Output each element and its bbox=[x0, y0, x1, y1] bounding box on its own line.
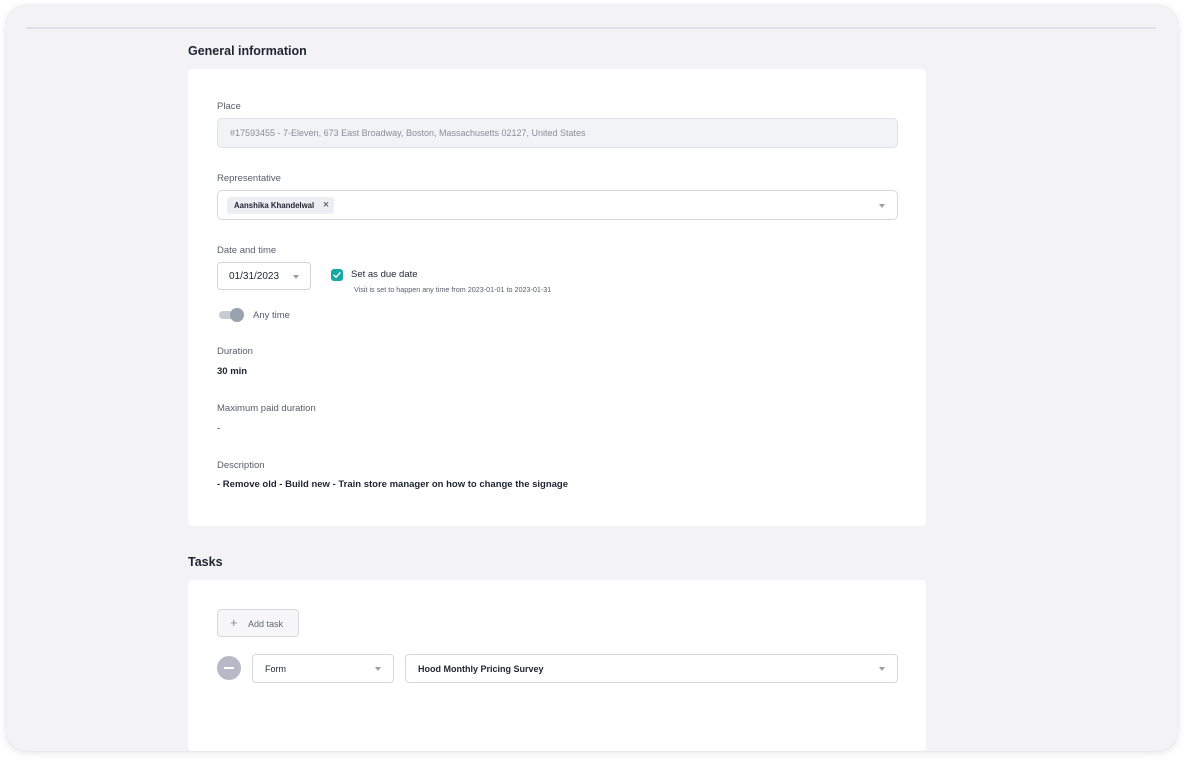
due-date-hint: Visit is set to happen any time from 202… bbox=[354, 285, 552, 294]
plus-icon: + bbox=[230, 615, 238, 630]
representative-label: Representative bbox=[217, 173, 281, 184]
toggle-knob bbox=[230, 308, 244, 322]
representative-select[interactable]: Aanshika Khandelwal × bbox=[217, 190, 898, 220]
any-time-toggle[interactable] bbox=[217, 308, 245, 322]
due-date-label: Set as due date bbox=[351, 269, 418, 280]
add-task-label: Add task bbox=[248, 619, 284, 629]
due-date-checkbox[interactable] bbox=[331, 269, 343, 281]
place-value: #17593455 - 7-Eleven, 673 East Broadway,… bbox=[230, 128, 586, 138]
chip-remove-icon[interactable]: × bbox=[323, 197, 329, 214]
add-task-button[interactable]: + Add task bbox=[217, 609, 299, 637]
task-form-value: Hood Monthly Pricing Survey bbox=[418, 664, 544, 674]
chevron-down-icon[interactable] bbox=[293, 275, 299, 279]
chevron-down-icon[interactable] bbox=[375, 667, 381, 671]
remove-task-button[interactable] bbox=[217, 656, 241, 680]
chevron-down-icon[interactable] bbox=[879, 204, 885, 208]
description-value: - Remove old - Build new - Train store m… bbox=[217, 479, 569, 490]
task-type-select[interactable]: Form bbox=[252, 654, 394, 683]
max-paid-duration-value: - bbox=[217, 423, 221, 434]
task-type-value: Form bbox=[265, 664, 286, 674]
place-field: #17593455 - 7-Eleven, 673 East Broadway,… bbox=[217, 118, 898, 148]
date-picker[interactable]: 01/31/2023 bbox=[217, 262, 311, 290]
task-form-select[interactable]: Hood Monthly Pricing Survey bbox=[405, 654, 898, 683]
duration-value: 30 min bbox=[217, 366, 248, 377]
representative-chip: Aanshika Khandelwal × bbox=[227, 197, 335, 214]
top-divider bbox=[26, 27, 1156, 29]
representative-chip-label: Aanshika Khandelwal bbox=[234, 201, 315, 210]
date-value: 01/31/2023 bbox=[229, 271, 280, 282]
description-label: Description bbox=[217, 460, 265, 471]
chevron-down-icon[interactable] bbox=[879, 667, 885, 671]
tasks-title: Tasks bbox=[188, 555, 223, 569]
tasks-card: + Add task Form Hood Monthly Pricing Sur… bbox=[188, 580, 926, 751]
general-information-title: General information bbox=[188, 44, 307, 58]
max-paid-duration-label: Maximum paid duration bbox=[217, 403, 316, 414]
general-information-card: Place #17593455 - 7-Eleven, 673 East Bro… bbox=[188, 69, 926, 526]
date-time-label: Date and time bbox=[217, 245, 277, 256]
duration-label: Duration bbox=[217, 346, 253, 357]
any-time-label: Any time bbox=[253, 310, 290, 321]
place-label: Place bbox=[217, 101, 241, 112]
app-window: General information Place #17593455 - 7-… bbox=[6, 5, 1178, 751]
check-icon bbox=[333, 272, 341, 278]
